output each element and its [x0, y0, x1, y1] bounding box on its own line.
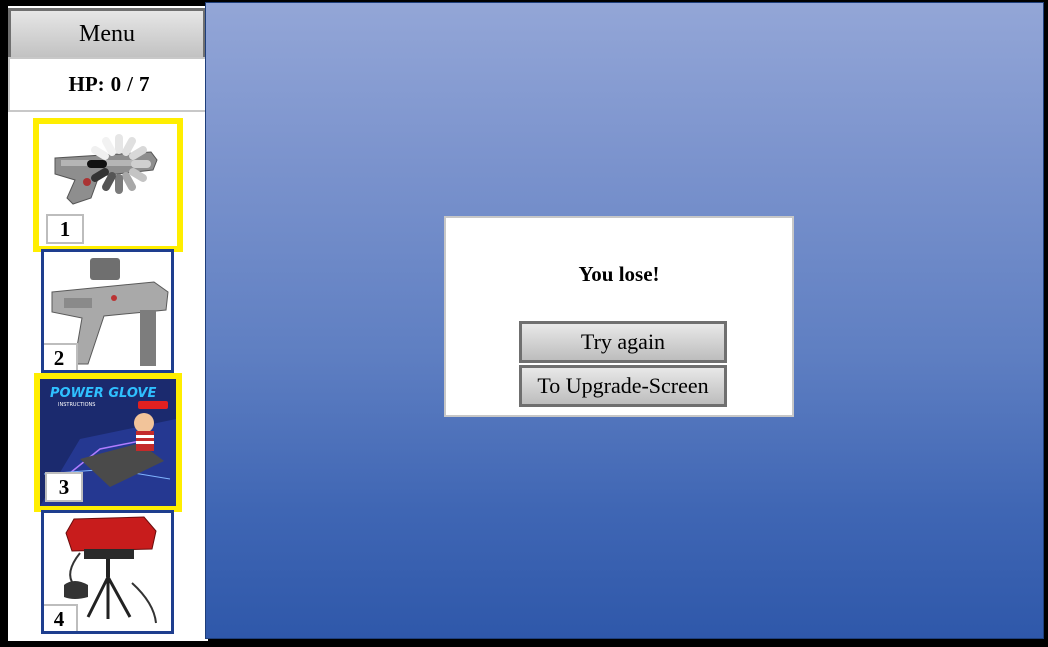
box-subtitle: INSTRUCTIONS	[58, 402, 95, 408]
dialog-message: You lose!	[578, 262, 660, 286]
upgrade-screen-button[interactable]: To Upgrade-Screen	[519, 365, 727, 407]
hp-display: HP: 0 / 7	[8, 57, 210, 112]
weapon-slot-1[interactable]: 1	[33, 118, 183, 252]
try-again-button[interactable]: Try again	[519, 321, 727, 363]
menu-button[interactable]: Menu	[8, 8, 206, 60]
hp-separator: /	[127, 72, 133, 96]
box-title: POWER GLOVE	[50, 386, 156, 401]
hp-max: 7	[139, 72, 150, 96]
slot-number: 3	[45, 472, 83, 502]
slot-number: 2	[44, 343, 78, 370]
hp-current: 0	[110, 72, 122, 96]
weapon-slot-4[interactable]: 4	[41, 510, 174, 634]
weapon-slot-3[interactable]: POWER GLOVE INSTRUCTIONS 3	[34, 373, 182, 512]
slot-number: 4	[44, 604, 78, 631]
hp-label: HP:	[68, 72, 105, 96]
weapon-slot-2[interactable]: 2	[41, 249, 174, 373]
slot-number: 1	[46, 214, 84, 244]
game-over-dialog: You lose! Try again To Upgrade-Screen	[444, 216, 794, 417]
